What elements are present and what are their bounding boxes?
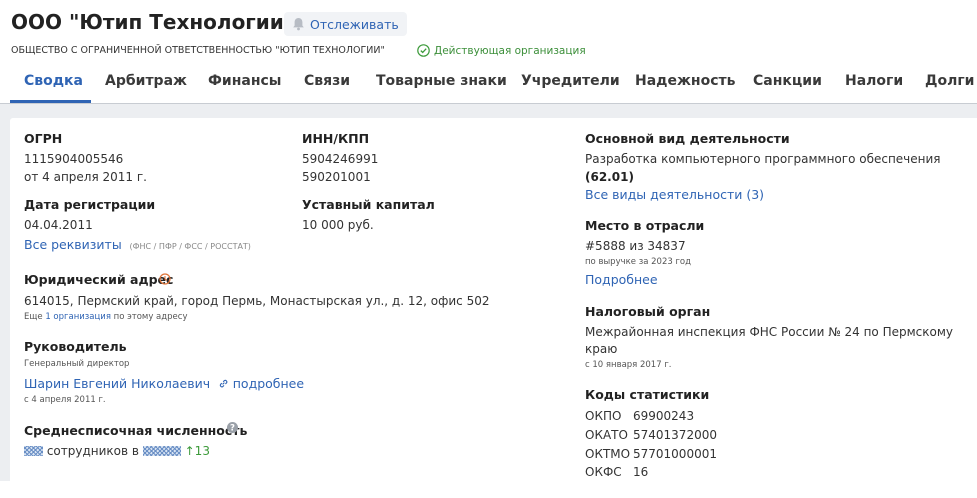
address-orgs-link[interactable]: 1 организация xyxy=(45,312,111,322)
watch-button[interactable]: Отслеживать xyxy=(284,12,407,36)
tax-since: с 10 января 2017 г. xyxy=(585,360,672,370)
address-note: Еще 1 организация по этому адресу xyxy=(24,312,187,322)
stats-code-value: 57701000001 xyxy=(633,447,717,461)
rank-more-link[interactable]: Подробнее xyxy=(585,272,658,287)
director-name-link[interactable]: Шарин Евгений Николаевич xyxy=(24,376,210,391)
director-position: Генеральный директор xyxy=(24,359,130,369)
tab-links[interactable]: Связи xyxy=(304,73,350,89)
activity-value: Разработка компьютерного программного об… xyxy=(585,152,941,166)
bell-icon xyxy=(293,18,304,31)
stats-label: Коды статистики xyxy=(585,387,710,402)
hidden-count-placeholder[interactable] xyxy=(24,446,43,456)
tab-reliability[interactable]: Надежность xyxy=(635,73,735,89)
tab-taxes[interactable]: Налоги xyxy=(845,73,903,89)
company-title: ООО "Ютип Технологии" xyxy=(11,10,295,34)
ogrn-date: от 4 апреля 2011 г. xyxy=(24,170,147,184)
capital-label: Уставный капитал xyxy=(302,197,435,212)
rank-value: #5888 из 34837 xyxy=(585,239,686,253)
director-label: Руководитель xyxy=(24,339,127,354)
employees-label: Среднесписочная численность xyxy=(24,423,248,438)
tab-arbitration[interactable]: Арбитраж xyxy=(105,73,187,89)
employees-text: сотрудников в xyxy=(46,444,139,458)
activity-label: Основной вид деятельности xyxy=(585,131,790,146)
company-header: ООО "Ютип Технологии" Отслеживать ОБЩЕСТ… xyxy=(0,0,977,104)
stats-code-name: ОКТМО xyxy=(585,447,631,461)
clock-icon[interactable] xyxy=(159,273,171,285)
stats-code-value: 69900243 xyxy=(633,409,695,423)
watch-button-label: Отслеживать xyxy=(310,16,399,32)
stats-row-oktmo: ОКТМО 57701000001 xyxy=(585,447,717,461)
inn-label: ИНН/КПП xyxy=(302,131,370,146)
stats-code-name: ОКФС xyxy=(585,465,622,479)
stats-code-value: 57401372000 xyxy=(633,428,717,442)
ogrn-value: 1115904005546 xyxy=(24,152,124,166)
kpp-value: 590201001 xyxy=(302,170,371,184)
registration-date: 04.04.2011 xyxy=(24,218,93,232)
address-note-prefix: Еще xyxy=(24,312,43,322)
tab-finance[interactable]: Финансы xyxy=(208,73,281,89)
tab-trademarks[interactable]: Товарные знаки xyxy=(376,73,507,89)
tab-sanctions[interactable]: Санкции xyxy=(753,73,822,89)
all-activities-link[interactable]: Все виды деятельности (3) xyxy=(585,187,764,202)
employees-delta: ↑13 xyxy=(184,444,210,458)
stats-code-name: ОКПО xyxy=(585,409,622,423)
tab-debts[interactable]: Долги xyxy=(925,73,974,89)
tax-line1: Межрайонная инспекция ФНС России № 24 по… xyxy=(585,325,953,339)
help-icon[interactable]: ? xyxy=(227,422,238,433)
registration-label: Дата регистрации xyxy=(24,197,156,212)
director-line: Шарин Евгений Николаевич подробнее xyxy=(24,376,304,391)
requisites-sources: (ФНС / ПФР / ФСС / РОССТАТ) xyxy=(129,242,251,251)
hidden-year-placeholder[interactable] xyxy=(142,446,181,456)
stats-row-okfs: ОКФС 16 xyxy=(585,465,648,479)
tax-label: Налоговый орган xyxy=(585,304,711,319)
director-since: с 4 апреля 2011 г. xyxy=(24,395,106,405)
status-badge: Действующая организация xyxy=(417,44,586,57)
address-note-suffix: по этому адресу xyxy=(113,312,188,322)
stats-code-value: 16 xyxy=(633,465,649,479)
link-icon xyxy=(219,379,228,388)
stats-code-name: ОКАТО xyxy=(585,428,628,442)
tax-line2: краю xyxy=(585,342,618,356)
ogrn-label: ОГРН xyxy=(24,131,63,146)
check-circle-icon xyxy=(417,44,430,57)
status-text: Действующая организация xyxy=(434,44,586,57)
rank-label: Место в отрасли xyxy=(585,218,705,233)
activity-code: (62.01) xyxy=(585,170,634,184)
active-tab-indicator xyxy=(10,100,91,103)
stats-row-okato: ОКАТО 57401372000 xyxy=(585,428,717,442)
company-full-name: ОБЩЕСТВО С ОГРАНИЧЕННОЙ ОТВЕТСТВЕННОСТЬЮ… xyxy=(11,45,385,56)
capital-value: 10 000 руб. xyxy=(302,218,374,232)
registration-links: Все реквизиты (ФНС / ПФР / ФСС / РОССТАТ… xyxy=(24,237,251,252)
inn-value: 5904246991 xyxy=(302,152,379,166)
employees-value: сотрудников в ↑13 xyxy=(24,444,210,458)
address-value: 614015, Пермский край, город Пермь, Мона… xyxy=(24,294,490,308)
tab-summary[interactable]: Сводка xyxy=(24,73,83,89)
tab-founders[interactable]: Учредители xyxy=(521,73,620,89)
svg-text:?: ? xyxy=(230,424,235,433)
content-area: ОГРН 1115904005546 от 4 апреля 2011 г. Д… xyxy=(0,104,977,498)
all-requisites-link[interactable]: Все реквизиты xyxy=(24,237,122,252)
rank-note: по выручке за 2023 год xyxy=(585,257,692,267)
stats-row-okpo: ОКПО 69900243 xyxy=(585,409,694,423)
address-label: Юридический адрес xyxy=(24,272,174,287)
director-more-link[interactable]: подробнее xyxy=(233,376,304,391)
tab-bar: Сводка Арбитраж Финансы Связи Товарные з… xyxy=(0,60,977,104)
summary-card: ОГРН 1115904005546 от 4 апреля 2011 г. Д… xyxy=(10,118,977,498)
